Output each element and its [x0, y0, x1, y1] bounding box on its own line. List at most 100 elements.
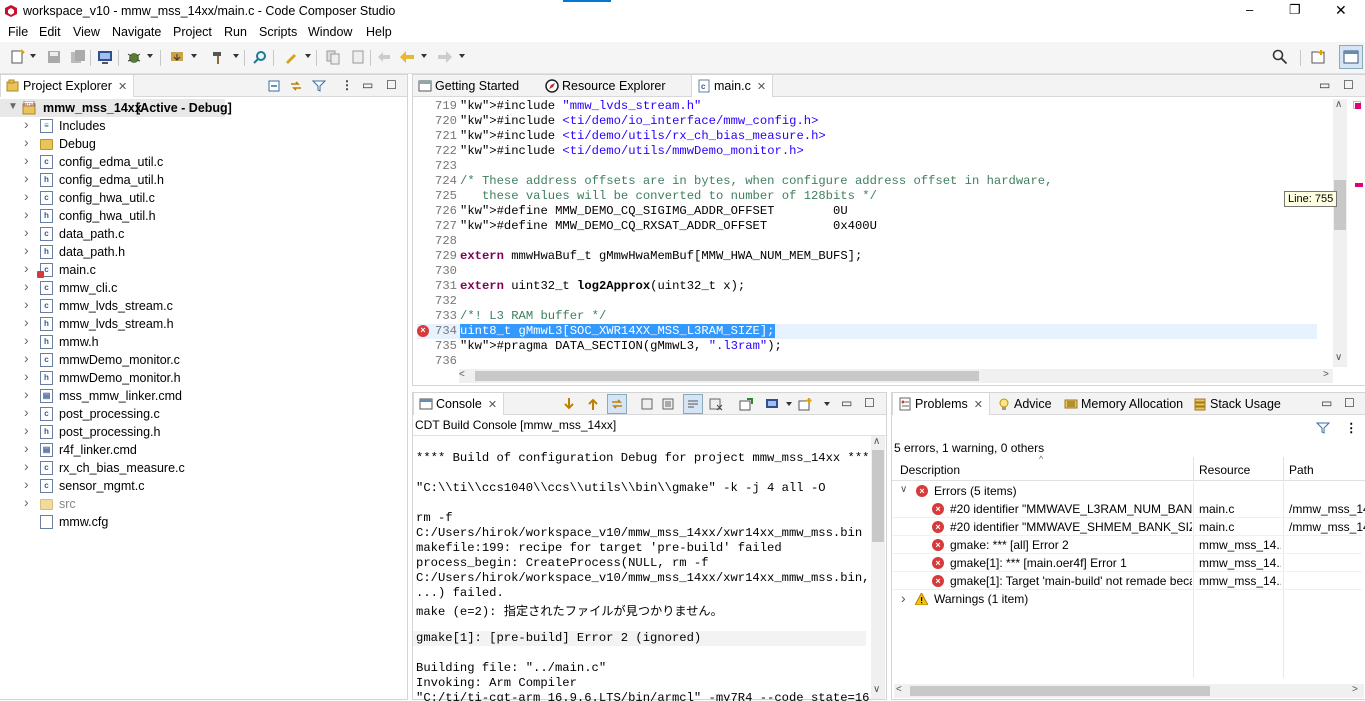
close-button[interactable]: ✕	[1335, 2, 1347, 19]
tree-item[interactable]: › src	[0, 494, 405, 513]
expand-arrow-icon[interactable]: ›	[24, 296, 29, 312]
display-console-icon[interactable]	[765, 397, 779, 411]
column-divider[interactable]	[1283, 457, 1284, 481]
code-line[interactable]: 726 "kw">#define MMW_DEMO_CQ_SIGIMG_ADDR_…	[417, 204, 1317, 219]
error-marker[interactable]	[1355, 103, 1361, 109]
pin-console-icon[interactable]	[739, 397, 753, 411]
next-error-icon[interactable]	[562, 397, 576, 411]
code-line[interactable]: 736	[417, 354, 1317, 369]
expand-arrow-icon[interactable]: ›	[24, 458, 29, 474]
expand-arrow-icon[interactable]: ›	[24, 314, 29, 330]
maximize-problems-icon[interactable]: ☐	[1344, 396, 1355, 410]
new-dropdown-arrow[interactable]	[30, 54, 36, 58]
new-console-icon[interactable]	[798, 397, 812, 411]
code-line[interactable]: 729 extern mmwHwaBuf_t gMmwHwaMemBuf[MMW_…	[417, 249, 1317, 264]
code-line[interactable]: 722 "kw">#include <ti/demo/utils/mmwDemo_…	[417, 144, 1317, 159]
minimize-editor-icon[interactable]: ▭	[1319, 78, 1330, 92]
tree-item[interactable]: › c data_path.c	[0, 224, 405, 243]
search-icon[interactable]	[1272, 49, 1288, 65]
clear-console-icon[interactable]	[709, 397, 723, 411]
flash-dropdown-arrow[interactable]	[191, 54, 197, 58]
debug-perspective-button[interactable]	[1339, 45, 1363, 69]
terminal-icon[interactable]	[97, 49, 113, 65]
new-file-icon[interactable]	[10, 49, 26, 65]
tab-main-c[interactable]: c main.c ✕	[691, 75, 774, 97]
tab-memory-allocation[interactable]: Memory Allocation	[1059, 393, 1189, 415]
build-dropdown-arrow[interactable]	[233, 54, 239, 58]
code-line[interactable]: 730	[417, 264, 1317, 279]
save-all-icon[interactable]	[70, 49, 86, 65]
tree-item[interactable]: › Debug	[0, 134, 405, 153]
problem-row[interactable]: × #20 identifier "MMWAVE_SHMEM_BANK_SIZE m…	[892, 518, 1365, 536]
code-line[interactable]: 720 "kw">#include <ti/demo/io_interface/m…	[417, 114, 1317, 129]
scroll-thumb[interactable]	[475, 371, 979, 381]
menu-view[interactable]: View	[73, 25, 100, 39]
tree-item[interactable]: › ▤ r4f_linker.cmd	[0, 440, 405, 459]
tree-item[interactable]: › h mmw.h	[0, 332, 405, 351]
prev-error-icon[interactable]	[586, 397, 600, 411]
column-path[interactable]: Path	[1289, 463, 1314, 477]
save-icon[interactable]	[46, 49, 62, 65]
build-hammer-icon[interactable]	[211, 49, 227, 65]
menu-edit[interactable]: Edit	[39, 25, 61, 39]
expand-arrow-icon[interactable]: ›	[24, 350, 29, 366]
scroll-lock-icon[interactable]	[661, 397, 675, 411]
pen-dropdown-arrow[interactable]	[305, 54, 311, 58]
tree-item[interactable]: › c config_hwa_util.c	[0, 188, 405, 207]
back-arrow-icon[interactable]	[399, 49, 415, 65]
debug-icon[interactable]	[126, 49, 142, 65]
expand-arrow-icon[interactable]: ▼	[8, 101, 18, 112]
close-tab-icon[interactable]: ✕	[757, 81, 766, 93]
forward-dropdown-arrow[interactable]	[459, 54, 465, 58]
expand-arrow-icon[interactable]: ›	[24, 224, 29, 240]
expand-arrow-icon[interactable]: ›	[24, 494, 29, 510]
code-line[interactable]: 734 × uint8_t gMmwL3[SOC_XWR14XX_MSS_L3RAM…	[417, 324, 1317, 339]
copy-build-log-icon[interactable]	[640, 397, 654, 411]
word-wrap-button[interactable]	[683, 394, 703, 414]
problem-row[interactable]: × gmake: *** [all] Error 2 mmw_mss_14...	[892, 536, 1362, 554]
minimize-problems-icon[interactable]: ▭	[1321, 396, 1332, 410]
expand-arrow-icon[interactable]: ›	[24, 278, 29, 294]
tree-item[interactable]: › c rx_ch_bias_measure.c	[0, 458, 405, 477]
code-line[interactable]: 724/* These address offsets are in bytes…	[417, 174, 1317, 189]
expand-arrow-icon[interactable]: ›	[24, 368, 29, 384]
menu-navigate[interactable]: Navigate	[112, 25, 161, 39]
tree-item[interactable]: › c config_edma_util.c	[0, 152, 405, 171]
menu-scripts[interactable]: Scripts	[259, 25, 297, 39]
expand-arrow-icon[interactable]: ›	[24, 422, 29, 438]
display-console-dropdown[interactable]	[786, 402, 792, 406]
code-line[interactable]: 725 these values will be converted to nu…	[417, 189, 1317, 204]
maximize-editor-icon[interactable]: ☐	[1343, 78, 1354, 92]
menu-window[interactable]: Window	[308, 25, 352, 39]
expand-arrow-icon[interactable]: ›	[24, 242, 29, 258]
paragraph-icon[interactable]	[350, 49, 366, 65]
tab-advice[interactable]: Advice	[992, 393, 1058, 415]
link-toggle-button[interactable]	[607, 394, 627, 414]
tree-item[interactable]: › h data_path.h	[0, 242, 405, 261]
problem-row[interactable]: × gmake[1]: *** [main.oer4f] Error 1 mmw_m…	[892, 554, 1362, 572]
tree-item[interactable]: › c main.c	[0, 260, 405, 279]
menu-run[interactable]: Run	[224, 25, 247, 39]
expand-arrow-icon[interactable]: ›	[24, 152, 29, 168]
code-line[interactable]: 732	[417, 294, 1317, 309]
back-dropdown-arrow[interactable]	[421, 54, 427, 58]
link-editor-icon[interactable]	[289, 79, 303, 93]
maximize-view-icon[interactable]: ☐	[386, 78, 397, 92]
console-output[interactable]: **** Build of configuration Debug for pr…	[413, 436, 871, 701]
new-console-dropdown[interactable]	[824, 402, 830, 406]
filter-icon[interactable]	[312, 79, 326, 93]
last-edit-icon[interactable]	[376, 49, 392, 65]
tree-item[interactable]: › c post_processing.c	[0, 404, 405, 423]
code-line[interactable]: 731 extern uint32_t log2Approx(uint32_t x…	[417, 279, 1317, 294]
menu-project[interactable]: Project	[173, 25, 212, 39]
tab-getting-started[interactable]: Getting Started	[413, 75, 525, 97]
expand-arrow-icon[interactable]: ›	[24, 386, 29, 402]
expand-arrow-icon[interactable]: ›	[24, 170, 29, 186]
collapse-arrow-icon[interactable]: ∨	[900, 484, 907, 495]
expand-arrow-icon[interactable]: ›	[24, 476, 29, 492]
column-divider[interactable]	[1193, 457, 1194, 481]
minimize-button[interactable]: –	[1246, 2, 1253, 17]
code-line[interactable]: 735 "kw">#pragma DATA_SECTION(gMmwL3, ".l…	[417, 339, 1317, 354]
tree-item[interactable]: › h config_edma_util.h	[0, 170, 405, 189]
code-line[interactable]: 728	[417, 234, 1317, 249]
